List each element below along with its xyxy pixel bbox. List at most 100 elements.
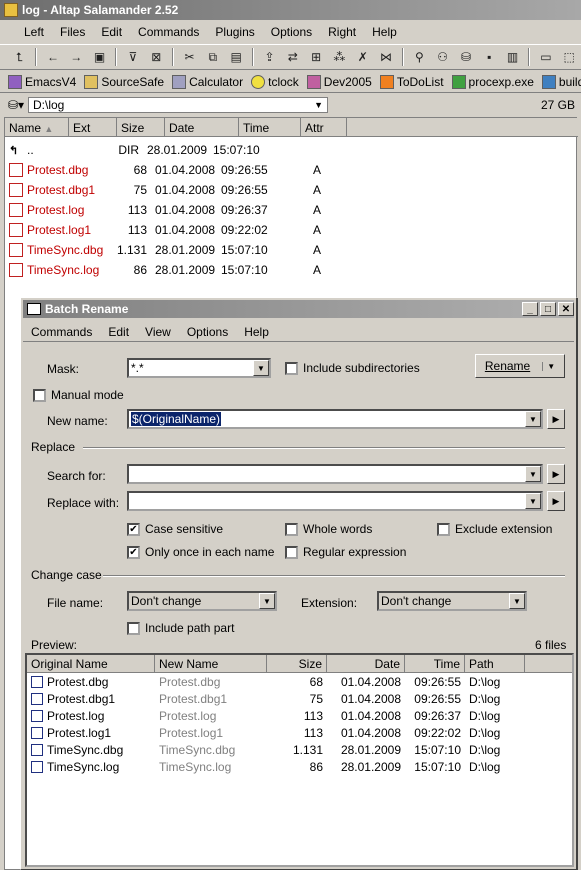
chevron-down-icon[interactable]: ▼: [542, 361, 555, 371]
new-folder-icon[interactable]: ⊞: [306, 47, 325, 67]
select-icon[interactable]: ⊠: [147, 47, 166, 67]
copy-icon[interactable]: ⧉: [203, 47, 222, 67]
preview-row[interactable]: Protest.dbg1 Protest.dbg1 75 01.04.2008 …: [27, 690, 572, 707]
file-row[interactable]: TimeSync.dbg 1.131 28.01.2009 15:07:10 A: [5, 240, 321, 260]
back-icon[interactable]: ←: [43, 47, 62, 67]
pv-col-size[interactable]: Size: [267, 655, 327, 672]
menu-options[interactable]: Options: [263, 25, 320, 39]
extension-case-select[interactable]: Don't change ▼: [377, 591, 527, 611]
chevron-down-icon[interactable]: ▼: [525, 466, 541, 482]
userbar-item-procexp[interactable]: procexp.exe: [451, 74, 534, 89]
close-icon[interactable]: ✕: [558, 302, 574, 316]
dlg-menu-help[interactable]: Help: [236, 325, 277, 339]
menu-left[interactable]: Left: [10, 25, 52, 39]
replace-insert-button[interactable]: ▶: [547, 491, 565, 511]
include-path-checkbox[interactable]: Include path part: [127, 621, 234, 635]
preview-list[interactable]: Original Name New Name Size Date Time Pa…: [25, 653, 574, 867]
col-attr[interactable]: Attr: [301, 118, 347, 136]
chevron-down-icon[interactable]: ▼: [259, 593, 275, 609]
menu-commands[interactable]: Commands: [130, 25, 207, 39]
pv-col-new[interactable]: New Name: [155, 655, 267, 672]
view-mode-icon[interactable]: ▥: [503, 47, 522, 67]
userbar-item-todolist[interactable]: ToDoList: [379, 74, 444, 89]
minimize-icon[interactable]: _: [522, 302, 538, 316]
preview-row[interactable]: Protest.log1 Protest.log1 113 01.04.2008…: [27, 724, 572, 741]
regex-checkbox[interactable]: Regular expression: [285, 545, 406, 559]
mask-combo[interactable]: *.* ▼: [127, 358, 271, 378]
col-ext[interactable]: Ext: [69, 118, 117, 136]
chevron-down-icon[interactable]: ▼: [525, 411, 541, 427]
cut-icon[interactable]: ✂: [180, 47, 199, 67]
include-subdirs-checkbox[interactable]: Include subdirectories: [285, 361, 420, 375]
history-icon[interactable]: ▣: [90, 47, 109, 67]
file-row[interactable]: Protest.dbg1 75 01.04.2008 09:26:55 A: [5, 180, 321, 200]
check-icon[interactable]: ✔: [127, 522, 140, 536]
file-row[interactable]: TimeSync.log 86 28.01.2009 15:07:10 A: [5, 260, 321, 280]
manual-mode-checkbox[interactable]: Manual mode: [33, 388, 124, 402]
compare-icon[interactable]: ⋈: [376, 47, 395, 67]
only-once-checkbox[interactable]: ✔ Only once in each name: [127, 545, 274, 559]
checkbox-box[interactable]: [285, 545, 298, 559]
drive-icon[interactable]: ⛁▾: [8, 98, 24, 112]
col-time[interactable]: Time: [239, 118, 301, 136]
file-row[interactable]: Protest.log1 113 01.04.2008 09:22:02 A: [5, 220, 321, 240]
file-row[interactable]: Protest.log 113 01.04.2008 09:26:37 A: [5, 200, 321, 220]
preview-row[interactable]: Protest.log Protest.log 113 01.04.2008 0…: [27, 707, 572, 724]
menu-files[interactable]: Files: [52, 25, 93, 39]
chevron-down-icon[interactable]: ▼: [253, 360, 269, 376]
file-name-case-select[interactable]: Don't change ▼: [127, 591, 277, 611]
menu-plugins[interactable]: Plugins: [207, 25, 262, 39]
preview-row[interactable]: TimeSync.dbg TimeSync.dbg 1.131 28.01.20…: [27, 741, 572, 758]
exclude-extension-checkbox[interactable]: Exclude extension: [437, 522, 552, 536]
chevron-down-icon[interactable]: ▼: [314, 100, 323, 110]
userbar-item-tclock[interactable]: tclock: [251, 74, 299, 89]
move-icon[interactable]: ⇄: [283, 47, 302, 67]
col-date[interactable]: Date: [165, 118, 239, 136]
checkbox-box[interactable]: [285, 522, 298, 536]
checkbox-box[interactable]: [437, 522, 450, 536]
col-name[interactable]: Name ▲: [5, 118, 69, 136]
search-combo[interactable]: ▼: [127, 464, 543, 484]
pv-col-time[interactable]: Time: [405, 655, 465, 672]
userbar-item-calculator[interactable]: Calculator: [172, 74, 243, 89]
forward-icon[interactable]: →: [67, 47, 86, 67]
menu-edit[interactable]: Edit: [93, 25, 130, 39]
search-insert-button[interactable]: ▶: [547, 464, 565, 484]
new-name-insert-button[interactable]: ▶: [547, 409, 565, 429]
up-dir-icon[interactable]: ⮤: [10, 47, 29, 67]
checkbox-box[interactable]: [127, 621, 140, 635]
col-size[interactable]: Size: [117, 118, 165, 136]
case-sensitive-checkbox[interactable]: ✔ Case sensitive: [127, 522, 223, 536]
copy-file-icon[interactable]: ⇪: [260, 47, 279, 67]
whole-words-checkbox[interactable]: Whole words: [285, 522, 372, 536]
filter-icon[interactable]: ⊽: [123, 47, 142, 67]
userbar-item-build[interactable]: build_V4: [541, 74, 581, 89]
delete-icon[interactable]: ✗: [353, 47, 372, 67]
path-combo[interactable]: D:\log ▼: [28, 97, 328, 113]
more-icon[interactable]: ⬚: [560, 47, 579, 67]
menu-right[interactable]: Right: [320, 25, 364, 39]
file-row-up[interactable]: ↰ .. DIR 28.01.2009 15:07:10: [5, 140, 269, 160]
userbar-item-emacs[interactable]: EmacsV4: [8, 74, 76, 89]
new-name-combo[interactable]: $(OriginalName) ▼: [127, 409, 543, 429]
userbar-item-sourcesafe[interactable]: SourceSafe: [84, 74, 164, 89]
dlg-menu-edit[interactable]: Edit: [100, 325, 137, 339]
pv-col-orig[interactable]: Original Name: [27, 655, 155, 672]
file-row[interactable]: Protest.dbg 68 01.04.2008 09:26:55 A: [5, 160, 321, 180]
pv-col-path[interactable]: Path: [465, 655, 525, 672]
open-folder-icon[interactable]: ▭: [536, 47, 555, 67]
replace-combo[interactable]: ▼: [127, 491, 543, 511]
checkbox-box[interactable]: [285, 361, 298, 375]
chevron-down-icon[interactable]: ▼: [525, 493, 541, 509]
drive-icon[interactable]: ⛁: [456, 47, 475, 67]
rename-icon[interactable]: ⁂: [330, 47, 349, 67]
command-prompt-icon[interactable]: ▪: [480, 47, 499, 67]
preview-row[interactable]: TimeSync.log TimeSync.log 86 28.01.2009 …: [27, 758, 572, 775]
menu-help[interactable]: Help: [364, 25, 405, 39]
chevron-down-icon[interactable]: ▼: [509, 593, 525, 609]
check-icon[interactable]: ✔: [127, 545, 140, 559]
find-icon[interactable]: ⚲: [410, 47, 429, 67]
paste-icon[interactable]: ▤: [227, 47, 246, 67]
maximize-icon[interactable]: □: [540, 302, 556, 316]
rename-button[interactable]: Rename ▼: [475, 354, 565, 378]
